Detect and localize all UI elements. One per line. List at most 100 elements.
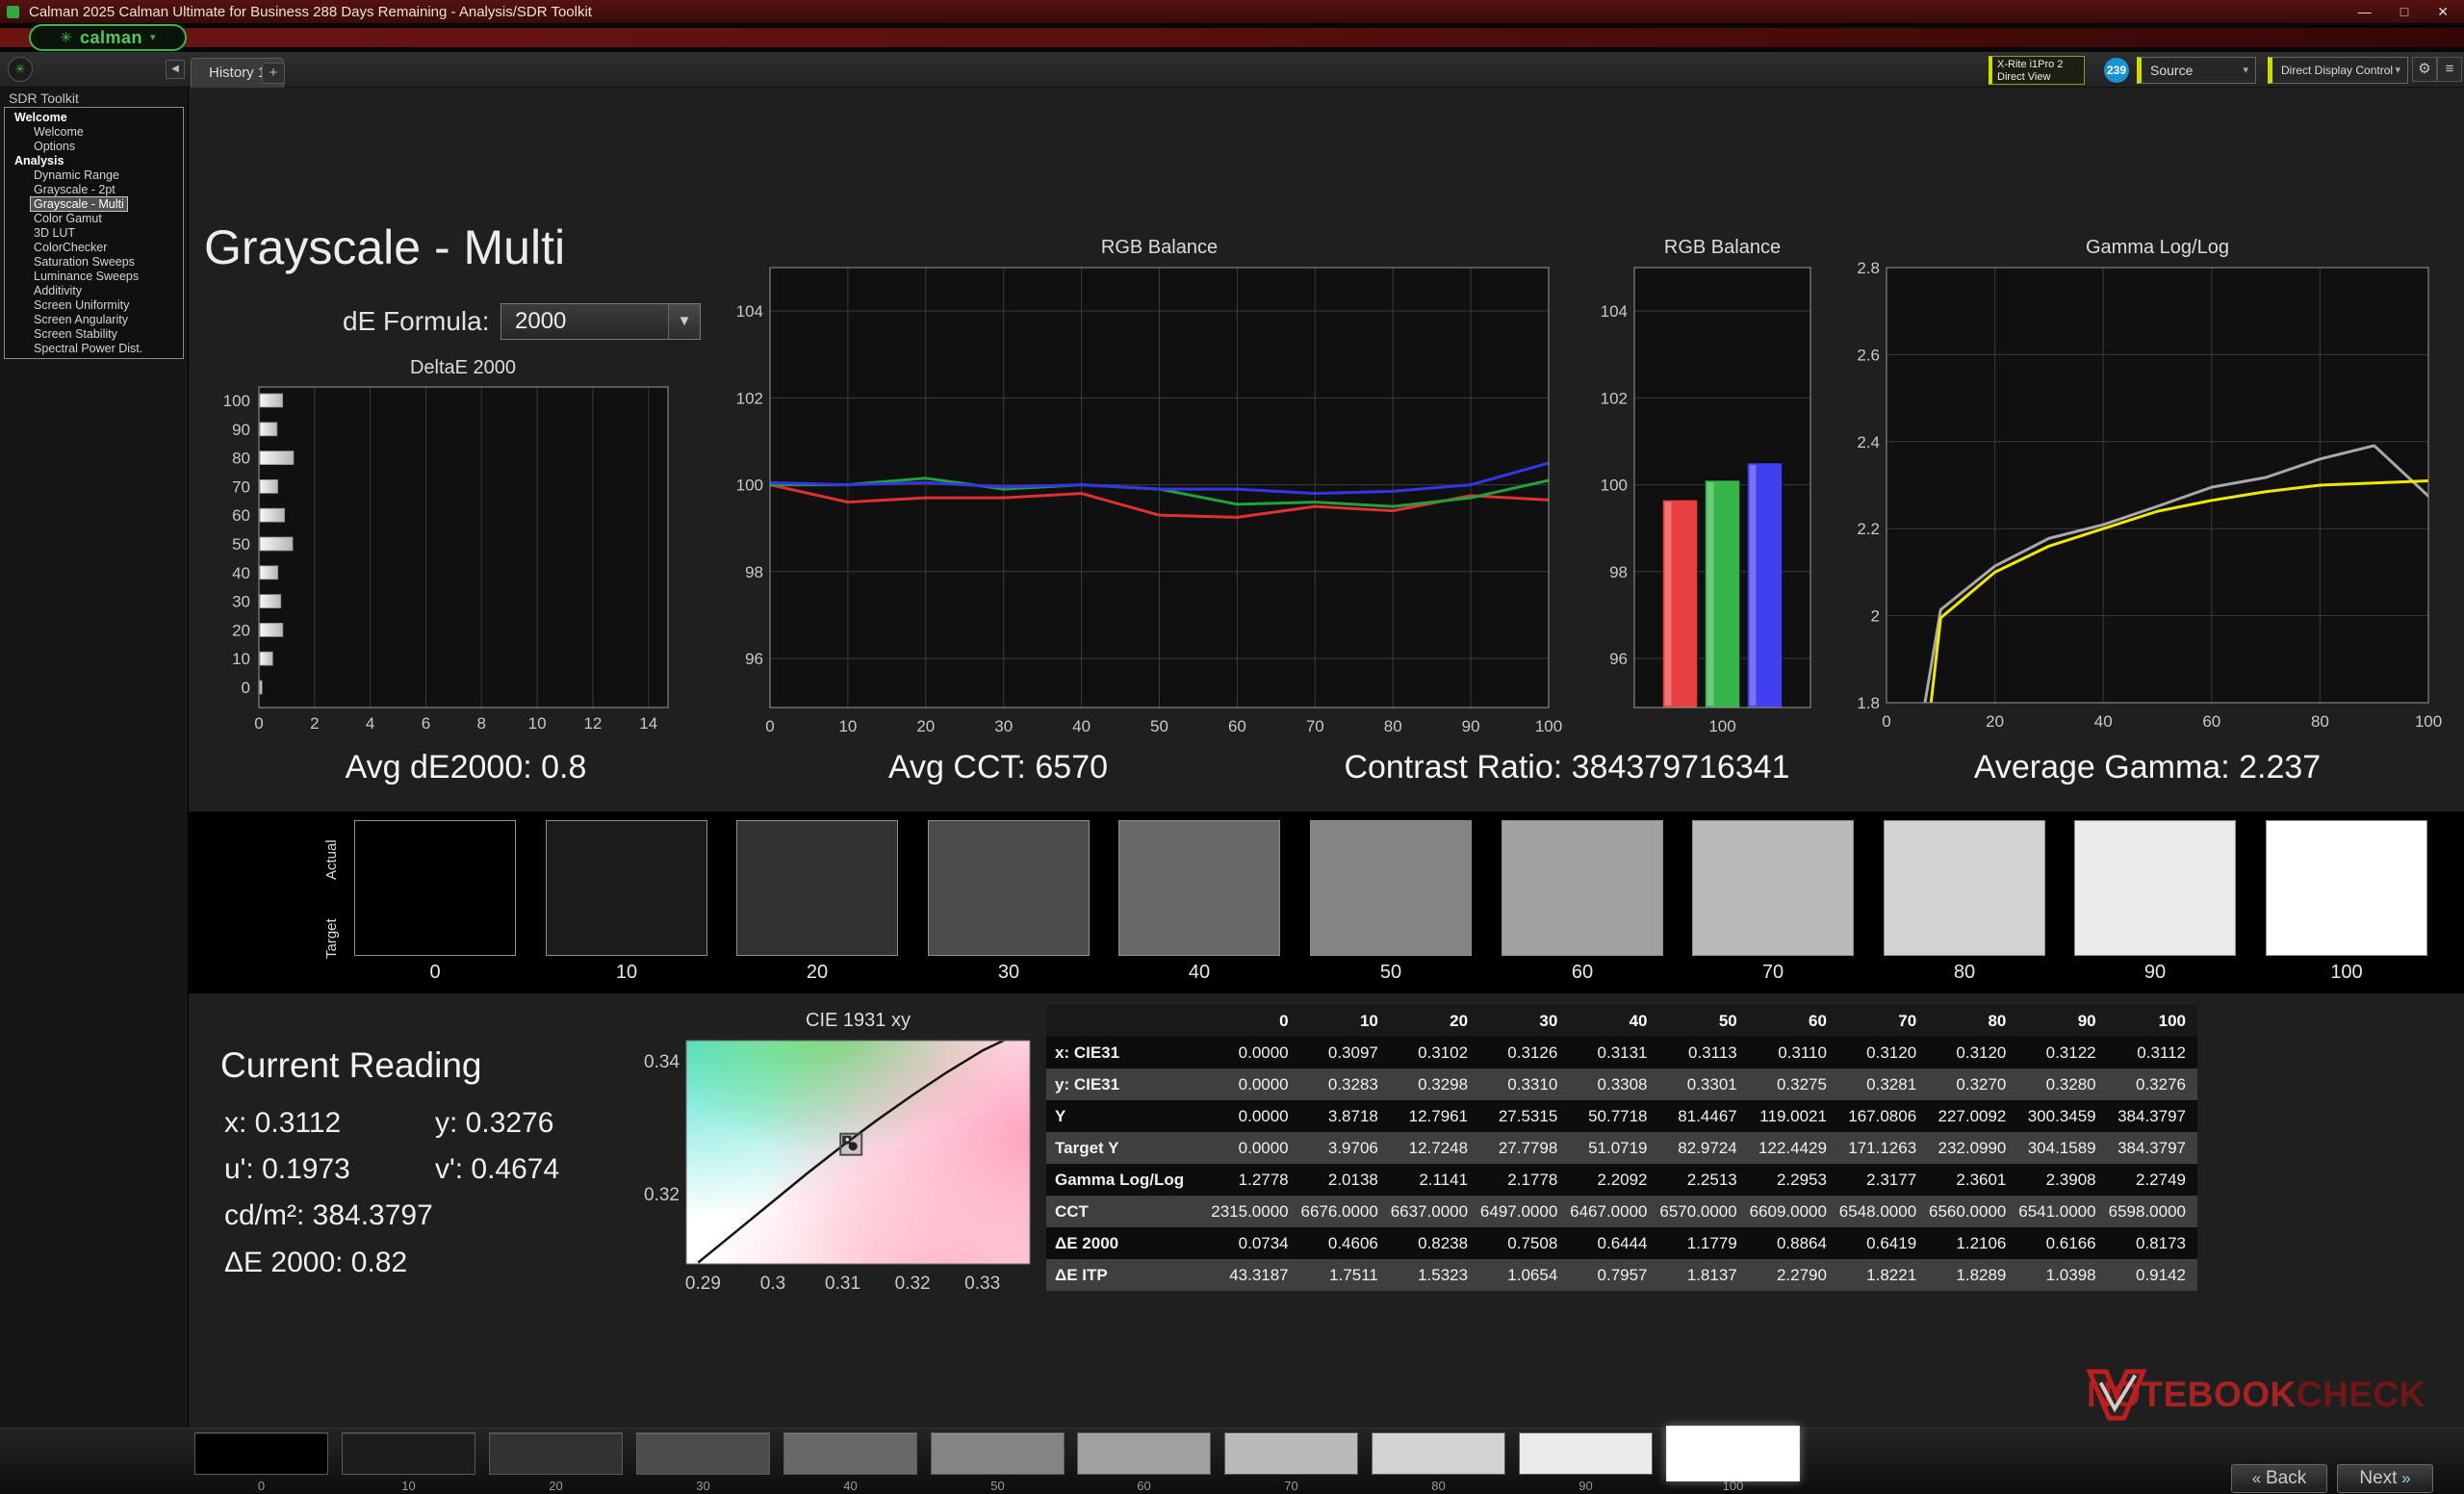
svg-text:104: 104: [1601, 302, 1628, 321]
table-cell: 384.3797: [2108, 1100, 2197, 1132]
grayscale-swatch-0: [354, 820, 516, 956]
deltae-bar-chart: 024681012140102030405060708090100DeltaE …: [206, 358, 683, 735]
pattern-level-button-0[interactable]: [194, 1432, 328, 1475]
grayscale-swatch-label-80: 80: [1884, 962, 2045, 984]
grayscale-swatch-label-70: 70: [1692, 962, 1854, 984]
pattern-level-button-90[interactable]: [1519, 1432, 1653, 1475]
sidebar-item-saturation-sweeps[interactable]: Saturation Sweeps: [5, 255, 183, 270]
table-cell: 1.7511: [1300, 1259, 1390, 1291]
pattern-level-button-60[interactable]: [1077, 1432, 1211, 1475]
svg-text:20: 20: [916, 717, 935, 735]
add-tab-button[interactable]: +: [262, 63, 285, 84]
svg-text:0.31: 0.31: [825, 1274, 860, 1294]
avg-de-stat: Avg dE2000: 0.8: [264, 749, 668, 786]
table-cell: 384.3797: [2108, 1132, 2197, 1164]
svg-text:2.6: 2.6: [1857, 346, 1880, 364]
help-round-button[interactable]: ✳: [8, 57, 33, 82]
sidebar-item-screen-angularity[interactable]: Screen Angularity: [5, 313, 183, 327]
reading-y: y: 0.3276: [435, 1107, 553, 1140]
sidebar-item-luminance-sweeps[interactable]: Luminance Sweeps: [5, 270, 183, 284]
pattern-level-button-70[interactable]: [1224, 1432, 1358, 1475]
svg-text:10: 10: [838, 717, 857, 735]
table-cell: 0.3283: [1300, 1069, 1390, 1100]
svg-text:100: 100: [736, 477, 763, 495]
grayscale-swatch-50: [1310, 820, 1472, 956]
svg-text:100: 100: [1708, 717, 1735, 735]
sidebar-item-grayscale-2pt[interactable]: Grayscale - 2pt: [5, 183, 183, 197]
pattern-level-button-20[interactable]: [489, 1432, 623, 1475]
display-control-dropdown[interactable]: Direct Display Control ▾: [2268, 57, 2408, 84]
sidebar-item-grayscale-multi[interactable]: Grayscale - Multi: [5, 197, 183, 212]
svg-text:98: 98: [1609, 563, 1628, 581]
svg-text:104: 104: [736, 302, 763, 321]
avg-gamma-stat: Average Gamma: 2.237: [1945, 749, 2349, 786]
table-cell: 0.6419: [1838, 1227, 1928, 1259]
pattern-level-button-10[interactable]: [342, 1432, 475, 1475]
source-dropdown[interactable]: Source ▾: [2137, 57, 2256, 84]
svg-text:2: 2: [1871, 607, 1880, 626]
sidebar-item-color-gamut[interactable]: Color Gamut: [5, 212, 183, 226]
table-row: Gamma Log/Log1.27782.01382.11412.17782.2…: [1046, 1164, 2197, 1196]
svg-text:0: 0: [254, 714, 263, 733]
watermark-text-secondary: CHECK: [2297, 1375, 2426, 1414]
table-cell: 1.2778: [1210, 1164, 1299, 1196]
sidebar-item-welcome[interactable]: Welcome: [5, 125, 183, 140]
calman-logo-menu[interactable]: ✳ calman ▾: [29, 24, 187, 51]
svg-text:96: 96: [1609, 650, 1628, 668]
svg-text:60: 60: [2202, 712, 2220, 731]
svg-text:DeltaE 2000: DeltaE 2000: [410, 357, 516, 378]
table-cell: 3.8718: [1300, 1100, 1390, 1132]
grayscale-swatch-100: [2266, 820, 2427, 956]
sidebar-item-3d-lut[interactable]: 3D LUT: [5, 226, 183, 241]
close-button[interactable]: ✕: [2437, 4, 2449, 20]
grayscale-swatch-30: [928, 820, 1090, 956]
back-button[interactable]: « Back: [2231, 1464, 2327, 1493]
pattern-level-button-50[interactable]: [931, 1432, 1065, 1475]
table-cell: 12.7248: [1390, 1132, 1479, 1164]
table-cell: 0.9142: [2108, 1259, 2197, 1291]
tab-bar: ✳ ◀ History 1 + X-Rite i1Pro 2 Direct Vi…: [0, 52, 2464, 88]
sidebar-item-dynamic-range[interactable]: Dynamic Range: [5, 168, 183, 183]
maximize-button[interactable]: □: [2400, 4, 2408, 20]
sidebar-item-additivity[interactable]: Additivity: [5, 284, 183, 298]
notebookcheck-v-icon: [2087, 1367, 2146, 1423]
panel-toggle-button[interactable]: ≡: [2437, 57, 2462, 82]
table-cell: 0.3301: [1659, 1069, 1749, 1100]
tree-group-analysis[interactable]: Analysis: [5, 154, 183, 168]
svg-text:RGB Balance: RGB Balance: [1664, 237, 1781, 258]
sidebar-item-screen-stability[interactable]: Screen Stability: [5, 327, 183, 342]
table-cell: 1.1779: [1659, 1227, 1749, 1259]
svg-text:80: 80: [232, 450, 250, 468]
minimize-button[interactable]: —: [2358, 4, 2372, 20]
reading-v: v': 0.4674: [435, 1153, 559, 1186]
svg-text:14: 14: [639, 714, 657, 733]
table-col-header: 10: [1300, 1005, 1390, 1037]
sidebar-item-spectral-power-dist-[interactable]: Spectral Power Dist.: [5, 342, 183, 356]
table-cell: 2.2953: [1749, 1164, 1838, 1196]
table-cell: 119.0021: [1749, 1100, 1838, 1132]
table-cell: 43.3187: [1210, 1259, 1299, 1291]
tree-group-welcome[interactable]: Welcome: [5, 111, 183, 125]
sidebar-collapse-button[interactable]: ◀: [166, 60, 185, 79]
pattern-level-button-80[interactable]: [1372, 1432, 1505, 1475]
pattern-level-label-50: 50: [931, 1479, 1065, 1493]
table-cell: 0.6444: [1569, 1227, 1658, 1259]
meter-status-box[interactable]: X-Rite i1Pro 2 Direct View: [1989, 56, 2085, 85]
table-cell: 6570.0000: [1659, 1196, 1749, 1227]
pattern-level-button-100[interactable]: [1666, 1426, 1800, 1481]
table-cell: 0.3122: [2017, 1037, 2107, 1069]
pattern-level-button-40[interactable]: [783, 1432, 917, 1475]
table-cell: 232.0990: [1928, 1132, 2017, 1164]
table-cell: 0.8173: [2108, 1227, 2197, 1259]
settings-gear-button[interactable]: ⚙: [2412, 57, 2437, 82]
de-formula-dropdown[interactable]: 2000 ▼: [500, 303, 701, 340]
sidebar-item-colorchecker[interactable]: ColorChecker: [5, 241, 183, 255]
sidebar-item-options[interactable]: Options: [5, 140, 183, 154]
next-button[interactable]: Next »: [2337, 1464, 2433, 1493]
svg-text:0.29: 0.29: [685, 1274, 721, 1294]
table-cell: 0.3112: [2108, 1037, 2197, 1069]
pattern-level-button-30[interactable]: [636, 1432, 770, 1475]
sidebar-item-screen-uniformity[interactable]: Screen Uniformity: [5, 298, 183, 313]
svg-text:70: 70: [232, 477, 250, 496]
reading-u: u': 0.1973: [224, 1153, 350, 1186]
